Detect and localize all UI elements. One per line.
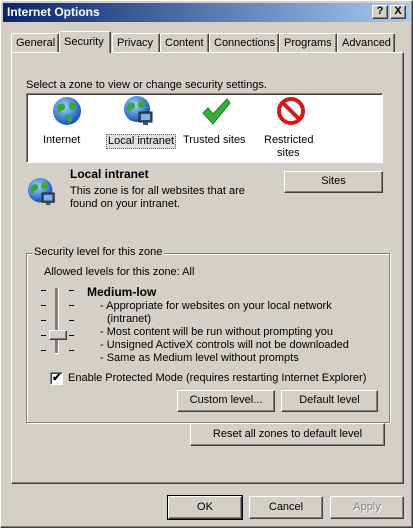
window-title: Internet Options — [7, 5, 100, 19]
tab-general[interactable]: General — [11, 33, 59, 52]
help-icon: ? — [376, 5, 384, 17]
apply-button[interactable]: Apply — [330, 496, 404, 519]
tab-connections[interactable]: Connections — [209, 33, 279, 52]
tab-security[interactable]: Security — [59, 31, 111, 53]
close-button[interactable]: X — [390, 5, 406, 19]
tab-content[interactable]: Content — [160, 33, 209, 52]
internet-options-window: Internet Options ? X General Security Pr… — [0, 0, 413, 528]
cancel-button[interactable]: Cancel — [249, 496, 323, 519]
ok-button[interactable]: OK — [167, 495, 243, 520]
help-button[interactable]: ? — [372, 5, 388, 19]
title-bar[interactable]: Internet Options ? X — [3, 3, 410, 22]
close-icon: X — [394, 5, 402, 17]
tab-privacy[interactable]: Privacy — [112, 33, 160, 52]
tab-advanced[interactable]: Advanced — [337, 33, 395, 52]
tab-programs[interactable]: Programs — [279, 33, 337, 52]
security-tab-panel — [11, 52, 404, 484]
